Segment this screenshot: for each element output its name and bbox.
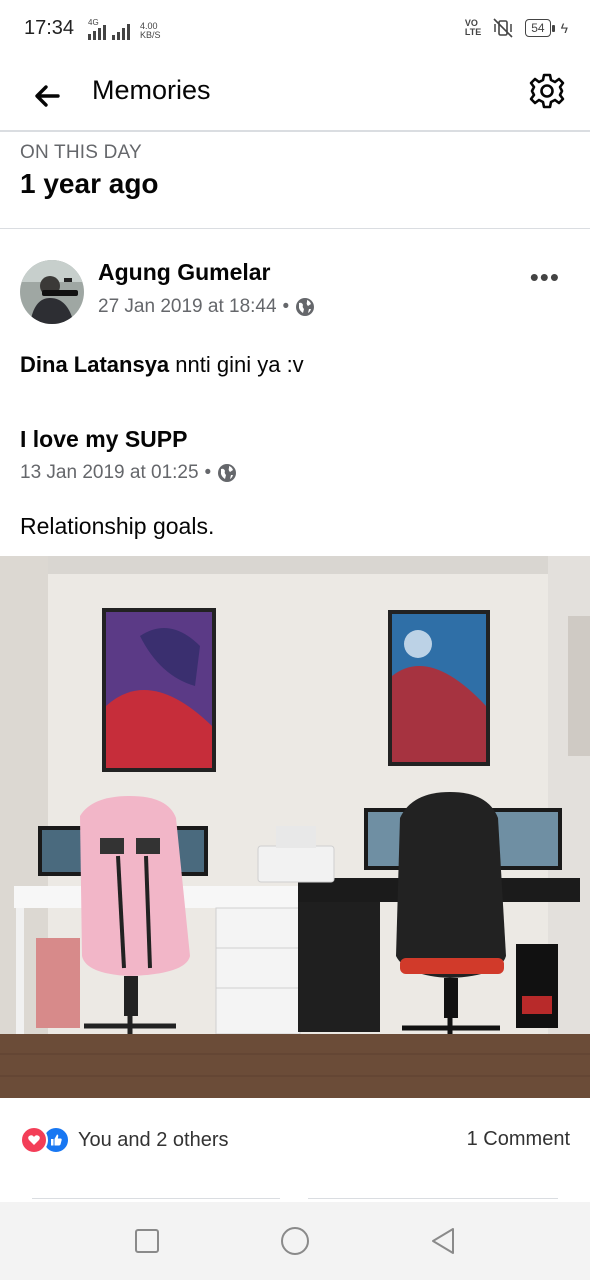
back-arrow-icon[interactable] — [28, 76, 68, 116]
volte-bottom: LTE — [464, 27, 482, 37]
avatar[interactable] — [20, 260, 84, 324]
shared-post-meta: 13 Jan 2019 at 01:25 • — [20, 462, 237, 484]
mention-link[interactable]: Dina Latansya — [20, 352, 169, 377]
network-indicators: 4G 4.00 KB/S — [88, 18, 161, 40]
post-text: Dina Latansya nnti gini ya :v — [20, 352, 304, 378]
divider — [308, 1198, 558, 1199]
comment-count[interactable]: 1 Comment — [467, 1128, 570, 1151]
charging-icon: ϟ — [560, 20, 568, 36]
post-photo[interactable] — [0, 556, 590, 1098]
divider — [32, 1198, 280, 1199]
shared-post-title[interactable]: I love my SUPP — [20, 426, 187, 453]
meta-separator: • — [282, 296, 290, 317]
status-bar: 17:34 4G 4.00 KB/S VO LTE 54 ϟ — [0, 0, 590, 60]
triangle-back-icon[interactable] — [426, 1224, 460, 1258]
meta-separator: • — [204, 462, 212, 483]
love-reaction-icon — [20, 1126, 48, 1154]
gear-icon[interactable] — [526, 70, 568, 112]
circle-icon[interactable] — [278, 1224, 312, 1258]
app-header: Memories — [0, 60, 590, 132]
section-title: 1 year ago — [20, 168, 159, 199]
network-speed: 4.00 KB/S — [140, 22, 161, 40]
reactions-summary[interactable]: You and 2 others — [20, 1126, 229, 1154]
system-indicators: VO LTE 54 ϟ — [465, 18, 568, 38]
author-name[interactable]: Agung Gumelar — [98, 259, 271, 286]
divider — [0, 228, 590, 229]
post-body: nnti gini ya :v — [169, 352, 304, 377]
post-timestamp[interactable]: 27 Jan 2019 at 18:44 — [98, 296, 277, 318]
battery-icon: 54 — [525, 19, 556, 37]
square-icon[interactable] — [130, 1224, 164, 1258]
volte-icon: VO LTE — [465, 19, 481, 37]
globe-icon — [296, 298, 315, 316]
signal-icon — [112, 22, 130, 40]
section-label: ON THIS DAY — [20, 142, 142, 163]
page-title: Memories — [92, 75, 211, 105]
signal-4g-icon: 4G — [88, 18, 106, 40]
vibrate-icon — [493, 18, 513, 38]
speed-unit: KB/S — [140, 30, 161, 40]
post-meta: 27 Jan 2019 at 18:44 • — [98, 296, 315, 318]
shared-timestamp[interactable]: 13 Jan 2019 at 01:25 — [20, 462, 199, 484]
reactions-text: You and 2 others — [78, 1128, 229, 1151]
status-time: 17:34 — [24, 17, 75, 39]
globe-icon — [218, 464, 237, 482]
more-dots-icon[interactable]: ••• — [530, 262, 560, 293]
network-tag: 4G — [88, 18, 99, 27]
shared-post-text: Relationship goals. — [20, 513, 215, 539]
system-nav-bar — [0, 1202, 590, 1280]
